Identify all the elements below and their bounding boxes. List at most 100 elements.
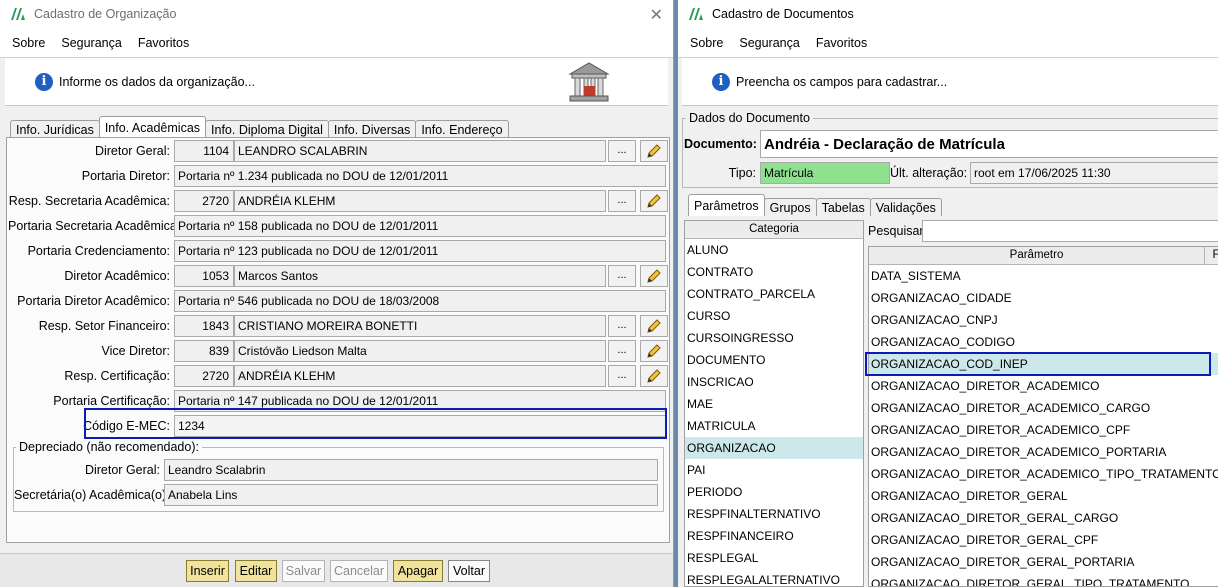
banner-text: Informe os dados da organização...	[59, 74, 255, 89]
categoria-item[interactable]: PERIODO	[685, 481, 863, 503]
categoria-item[interactable]: RESPLEGALALTERNATIVO	[685, 569, 863, 586]
diretor-geral-label: Diretor Geral:	[94, 144, 170, 158]
categoria-item[interactable]: RESPFINANCEIRO	[685, 525, 863, 547]
resp-secretaria-code[interactable]: 2720	[174, 190, 234, 212]
menu-seguranca[interactable]: Segurança	[739, 36, 799, 50]
parametro-item[interactable]: ORGANIZACAO_DIRETOR_ACADEMICO_TIPO_TRATA…	[869, 463, 1218, 485]
tab-grupos[interactable]: Grupos	[763, 198, 817, 216]
resp-secretaria-name[interactable]: ANDRÉIA KLEHM	[234, 190, 606, 212]
tab-info-diversas[interactable]: Info. Diversas	[327, 120, 417, 138]
pencil-icon	[647, 369, 661, 383]
tipo-field[interactable]: Matrícula	[760, 162, 890, 184]
portaria-secretaria-field[interactable]: Portaria nº 158 publicada no DOU de 12/0…	[174, 215, 666, 237]
portaria-diretor-academico-field[interactable]: Portaria nº 546 publicada no DOU de 18/0…	[174, 290, 666, 312]
parametro-item[interactable]: ORGANIZACAO_DIRETOR_ACADEMICO_PORTARIA	[869, 441, 1218, 463]
dados-documento-title: Dados do Documento	[686, 111, 813, 125]
resp-secretaria-edit-button[interactable]	[640, 190, 668, 212]
portaria-credenciamento-label: Portaria Credenciamento:	[27, 244, 170, 258]
documento-field[interactable]: Andréia - Declaração de Matrícula	[760, 130, 1218, 158]
parametro-item[interactable]: ORGANIZACAO_DIRETOR_GERAL_CPF	[869, 529, 1218, 551]
info-icon: i	[712, 72, 730, 91]
salvar-button[interactable]: Salvar	[282, 560, 325, 582]
pencil-icon	[647, 269, 661, 283]
vice-diretor-edit-button[interactable]	[640, 340, 668, 362]
resp-certificacao-label: Resp. Certificação:	[64, 369, 170, 383]
categoria-item[interactable]: ALUNO	[685, 239, 863, 261]
diretor-geral-edit-button[interactable]	[640, 140, 668, 162]
parametro-item[interactable]: ORGANIZACAO_DIRETOR_GERAL	[869, 485, 1218, 507]
resp-financeiro-lookup-button[interactable]: ...	[608, 315, 636, 337]
resp-certificacao-name[interactable]: ANDRÉIA KLEHM	[234, 365, 606, 387]
diretor-academico-name[interactable]: Marcos Santos	[234, 265, 606, 287]
categoria-item[interactable]: PAI	[685, 459, 863, 481]
tab-info-juridicas[interactable]: Info. Jurídicas	[10, 120, 100, 138]
diretor-geral-lookup-button[interactable]: ...	[608, 140, 636, 162]
parametro-item[interactable]: ORGANIZACAO_CIDADE	[869, 287, 1218, 309]
menu-sobre[interactable]: Sobre	[690, 36, 723, 50]
menu-seguranca[interactable]: Segurança	[61, 36, 121, 50]
pesquisar-input[interactable]	[922, 220, 1218, 242]
portaria-credenciamento-field[interactable]: Portaria nº 123 publicada no DOU de 12/0…	[174, 240, 666, 262]
apagar-button[interactable]: Apagar	[393, 560, 443, 582]
parametro-item[interactable]: ORGANIZACAO_DIRETOR_ACADEMICO_CARGO	[869, 397, 1218, 419]
tab-validacoes[interactable]: Validações	[869, 198, 942, 216]
categoria-item[interactable]: RESPLEGAL	[685, 547, 863, 569]
depreciado-diretor-field[interactable]: Leandro Scalabrin	[164, 459, 658, 481]
parametro-item[interactable]: DATA_SISTEMA	[869, 265, 1218, 287]
categoria-item[interactable]: MATRICULA	[685, 415, 863, 437]
resp-financeiro-edit-button[interactable]	[640, 315, 668, 337]
parametro-item[interactable]: ORGANIZACAO_DIRETOR_ACADEMICO	[869, 375, 1218, 397]
resp-certificacao-lookup-button[interactable]: ...	[608, 365, 636, 387]
categoria-list: Categoria ALUNO CONTRATO CONTRATO_PARCELA C…	[684, 220, 864, 587]
portaria-secretaria-label: Portaria Secretaria Acadêmica:	[8, 219, 181, 233]
tab-info-academicas[interactable]: Info. Acadêmicas	[98, 116, 207, 138]
cancelar-button[interactable]: Cancelar	[330, 560, 388, 582]
categoria-item[interactable]: ORGANIZACAO	[685, 437, 863, 459]
categoria-item[interactable]: INSCRICAO	[685, 371, 863, 393]
categoria-item[interactable]: RESPFINALTERNATIVO	[685, 503, 863, 525]
menu-sobre[interactable]: Sobre	[12, 36, 45, 50]
vice-diretor-lookup-button[interactable]: ...	[608, 340, 636, 362]
ult-alteracao-field: root em 17/06/2025 11:30	[970, 162, 1218, 184]
tab-tabelas[interactable]: Tabelas	[815, 198, 871, 216]
parametro-item[interactable]: ORGANIZACAO_CNPJ	[869, 309, 1218, 331]
diretor-academico-label: Diretor Acadêmico:	[64, 269, 170, 283]
voltar-button[interactable]: Voltar	[448, 560, 490, 582]
tab-parametros[interactable]: Parâmetros	[688, 194, 765, 216]
parametro-item[interactable]: ORGANIZACAO_DIRETOR_ACADEMICO_CPF	[869, 419, 1218, 441]
vice-diretor-name[interactable]: Cristóvão Liedson Malta	[234, 340, 606, 362]
tab-info-endereco[interactable]: Info. Endereço	[415, 120, 509, 138]
resp-financeiro-code[interactable]: 1843	[174, 315, 234, 337]
editar-button[interactable]: Editar	[235, 560, 277, 582]
categoria-item[interactable]: CURSO	[685, 305, 863, 327]
menu-favoritos[interactable]: Favoritos	[138, 36, 189, 50]
depreciado-secretaria-field[interactable]: Anabela Lins	[164, 484, 658, 506]
categoria-item[interactable]: DOCUMENTO	[685, 349, 863, 371]
inserir-button[interactable]: Inserir	[186, 560, 229, 582]
close-icon[interactable]: ✕	[650, 5, 663, 25]
highlight-box	[865, 352, 1211, 376]
categoria-item[interactable]: CURSOINGRESSO	[685, 327, 863, 349]
parametro-item[interactable]: ORGANIZACAO_DIRETOR_GERAL_TIPO_TRATAMENT…	[869, 573, 1218, 586]
parametro-list: Parâmetro F DATA_SISTEMAORGANIZACAO_CIDA…	[868, 246, 1218, 587]
resp-certificacao-code[interactable]: 2720	[174, 365, 234, 387]
parametro-item[interactable]: ORGANIZACAO_DIRETOR_GERAL_CARGO	[869, 507, 1218, 529]
categoria-item[interactable]: CONTRATO	[685, 261, 863, 283]
categoria-item[interactable]: MAE	[685, 393, 863, 415]
diretor-geral-code[interactable]: 1104	[174, 140, 234, 162]
categoria-item[interactable]: CONTRATO_PARCELA	[685, 283, 863, 305]
resp-financeiro-name[interactable]: CRISTIANO MOREIRA BONETTI	[234, 315, 606, 337]
parametro-item[interactable]: ORGANIZACAO_DIRETOR_GERAL_PORTARIA	[869, 551, 1218, 573]
menu-favoritos[interactable]: Favoritos	[816, 36, 867, 50]
resp-secretaria-lookup-button[interactable]: ...	[608, 190, 636, 212]
portaria-diretor-field[interactable]: Portaria nº 1.234 publicada no DOU de 12…	[174, 165, 666, 187]
tab-info-diploma-digital[interactable]: Info. Diploma Digital	[205, 120, 329, 138]
vice-diretor-code[interactable]: 839	[174, 340, 234, 362]
resp-certificacao-edit-button[interactable]	[640, 365, 668, 387]
parametro-item[interactable]: ORGANIZACAO_CODIGO	[869, 331, 1218, 353]
diretor-geral-name[interactable]: LEANDRO SCALABRIN	[234, 140, 606, 162]
diretor-academico-lookup-button[interactable]: ...	[608, 265, 636, 287]
portaria-diretor-academico-label: Portaria Diretor Acadêmico:	[17, 294, 170, 308]
diretor-academico-code[interactable]: 1053	[174, 265, 234, 287]
diretor-academico-edit-button[interactable]	[640, 265, 668, 287]
